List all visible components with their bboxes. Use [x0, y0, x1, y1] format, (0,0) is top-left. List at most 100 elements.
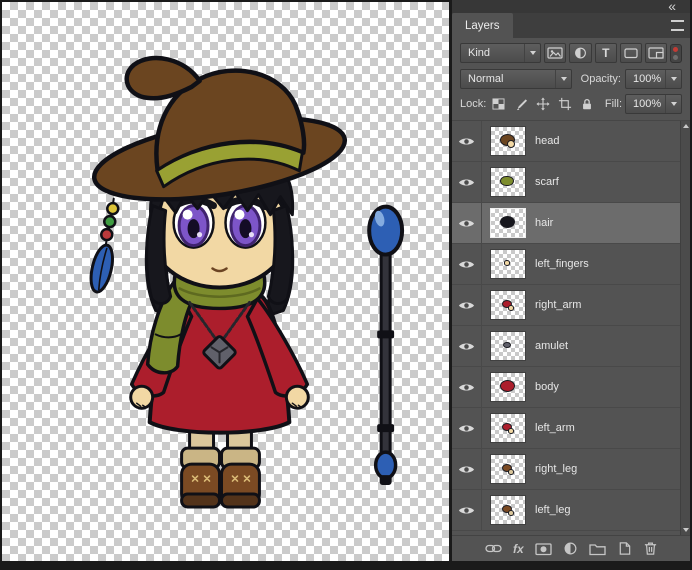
layer-name: right_arm — [535, 299, 582, 311]
lock-transparent-pixels-icon[interactable] — [489, 95, 508, 113]
layer-name: head — [535, 135, 560, 147]
layer-row[interactable]: right_arm — [452, 285, 680, 326]
layer-thumbnail[interactable] — [490, 126, 526, 156]
filter-type-layers-icon[interactable]: T — [594, 43, 617, 63]
tab-spacer — [513, 13, 664, 38]
layers-controls: Kind T Normal Opacity: 100% Lock: Fill: … — [452, 38, 690, 120]
eye-icon — [458, 219, 475, 227]
character-artwork — [89, 55, 405, 509]
document-canvas[interactable] — [2, 2, 449, 561]
kind-filter-label: Kind — [468, 47, 491, 59]
layer-filter-toggle[interactable] — [670, 43, 682, 63]
eye-icon — [458, 465, 475, 473]
layer-visibility-toggle[interactable] — [452, 367, 482, 407]
new-layer-icon[interactable] — [617, 541, 632, 556]
eye-icon — [458, 301, 475, 309]
layer-name: left_arm — [535, 422, 575, 434]
filter-shape-layers-icon[interactable] — [619, 43, 643, 63]
layer-thumbnail[interactable] — [490, 290, 526, 320]
new-group-icon[interactable] — [589, 542, 606, 556]
layer-thumbnail[interactable] — [490, 167, 526, 197]
layer-name: body — [535, 381, 559, 393]
layer-row[interactable]: body — [452, 367, 680, 408]
layer-name: scarf — [535, 176, 559, 188]
character-art — [89, 55, 348, 509]
photoshop-window: « Layers Kind T Normal Opacity: 100% Loc… — [0, 0, 692, 570]
opacity-label: Opacity: — [580, 73, 621, 85]
layer-visibility-toggle[interactable] — [452, 244, 482, 284]
panel-tab-bar: Layers — [452, 13, 690, 38]
link-layers-icon[interactable] — [485, 542, 502, 555]
layer-thumbnail[interactable] — [490, 331, 526, 361]
layer-row[interactable]: scarf — [452, 162, 680, 203]
blend-mode-dropdown[interactable]: Normal — [460, 69, 572, 89]
eye-icon — [458, 260, 475, 268]
scroll-up-arrow-icon[interactable] — [681, 124, 690, 128]
eye-icon — [458, 424, 475, 432]
collapse-panels-icon[interactable]: « — [668, 0, 676, 13]
layer-thumbnail[interactable] — [490, 413, 526, 443]
staff-art — [367, 204, 405, 486]
layer-row[interactable]: left_leg — [452, 490, 680, 531]
layer-row[interactable]: right_leg — [452, 449, 680, 490]
layer-row[interactable]: left_fingers — [452, 244, 680, 285]
lock-row: Lock: Fill: 100% — [460, 94, 682, 120]
layer-visibility-toggle[interactable] — [452, 490, 482, 530]
eye-icon — [458, 506, 475, 514]
layer-visibility-toggle[interactable] — [452, 326, 482, 366]
layer-list: head scarf hair left_fingers right_arm a… — [452, 120, 690, 535]
eye-icon — [458, 383, 475, 391]
filter-row: Kind T — [460, 43, 682, 63]
layer-row[interactable]: left_arm — [452, 408, 680, 449]
filter-pixel-layers-icon[interactable] — [544, 43, 567, 63]
opacity-dropdown[interactable]: 100% — [625, 69, 682, 89]
delete-layer-icon[interactable] — [643, 541, 658, 556]
lock-position-icon[interactable] — [533, 95, 552, 113]
layer-rows: head scarf hair left_fingers right_arm a… — [452, 121, 680, 531]
fill-dropdown[interactable]: 100% — [625, 94, 682, 114]
layer-visibility-toggle[interactable] — [452, 285, 482, 325]
type-glyph: T — [602, 46, 610, 60]
blend-mode-value: Normal — [468, 73, 504, 85]
lock-label: Lock: — [460, 98, 487, 110]
chevron-down-icon — [665, 70, 681, 88]
filter-adjustment-layers-icon[interactable] — [569, 43, 592, 63]
layer-thumbnail[interactable] — [490, 495, 526, 525]
layer-name: hair — [535, 217, 554, 229]
layers-panel-footer: fx — [452, 535, 690, 561]
add-layer-mask-icon[interactable] — [535, 542, 552, 556]
layer-visibility-toggle[interactable] — [452, 162, 482, 202]
lock-image-pixels-icon[interactable] — [511, 95, 530, 113]
layer-row[interactable]: head — [452, 121, 680, 162]
scroll-down-arrow-icon[interactable] — [681, 528, 690, 532]
layer-name: left_leg — [535, 504, 571, 516]
layer-row[interactable]: amulet — [452, 326, 680, 367]
eye-icon — [458, 178, 475, 186]
layer-name: right_leg — [535, 463, 578, 475]
layer-visibility-toggle[interactable] — [452, 408, 482, 448]
layer-row[interactable]: hair — [452, 203, 680, 244]
panel-menu-icon[interactable] — [664, 13, 690, 38]
panel-dock-header: « — [452, 0, 690, 13]
layer-style-icon[interactable]: fx — [513, 542, 524, 556]
tab-layers[interactable]: Layers — [452, 13, 513, 38]
kind-filter-dropdown[interactable]: Kind — [460, 43, 542, 63]
layers-panel: « Layers Kind T Normal Opacity: 100% Loc… — [452, 0, 690, 561]
layer-visibility-toggle[interactable] — [452, 449, 482, 489]
fill-value: 100% — [633, 98, 662, 110]
lock-artboard-icon[interactable] — [555, 95, 574, 113]
layer-thumbnail[interactable] — [490, 208, 526, 238]
layer-thumbnail[interactable] — [490, 372, 526, 402]
chevron-down-icon — [524, 44, 540, 62]
layer-list-scrollbar[interactable] — [680, 121, 690, 535]
blend-row: Normal Opacity: 100% — [460, 69, 682, 89]
layer-visibility-toggle[interactable] — [452, 121, 482, 161]
layer-thumbnail[interactable] — [490, 249, 526, 279]
new-adjustment-layer-icon[interactable] — [563, 541, 578, 556]
layer-thumbnail[interactable] — [490, 454, 526, 484]
layer-visibility-toggle[interactable] — [452, 203, 482, 243]
opacity-value: 100% — [633, 73, 662, 85]
eye-icon — [458, 342, 475, 350]
filter-smart-objects-icon[interactable] — [645, 43, 668, 63]
lock-all-icon[interactable] — [577, 95, 596, 113]
